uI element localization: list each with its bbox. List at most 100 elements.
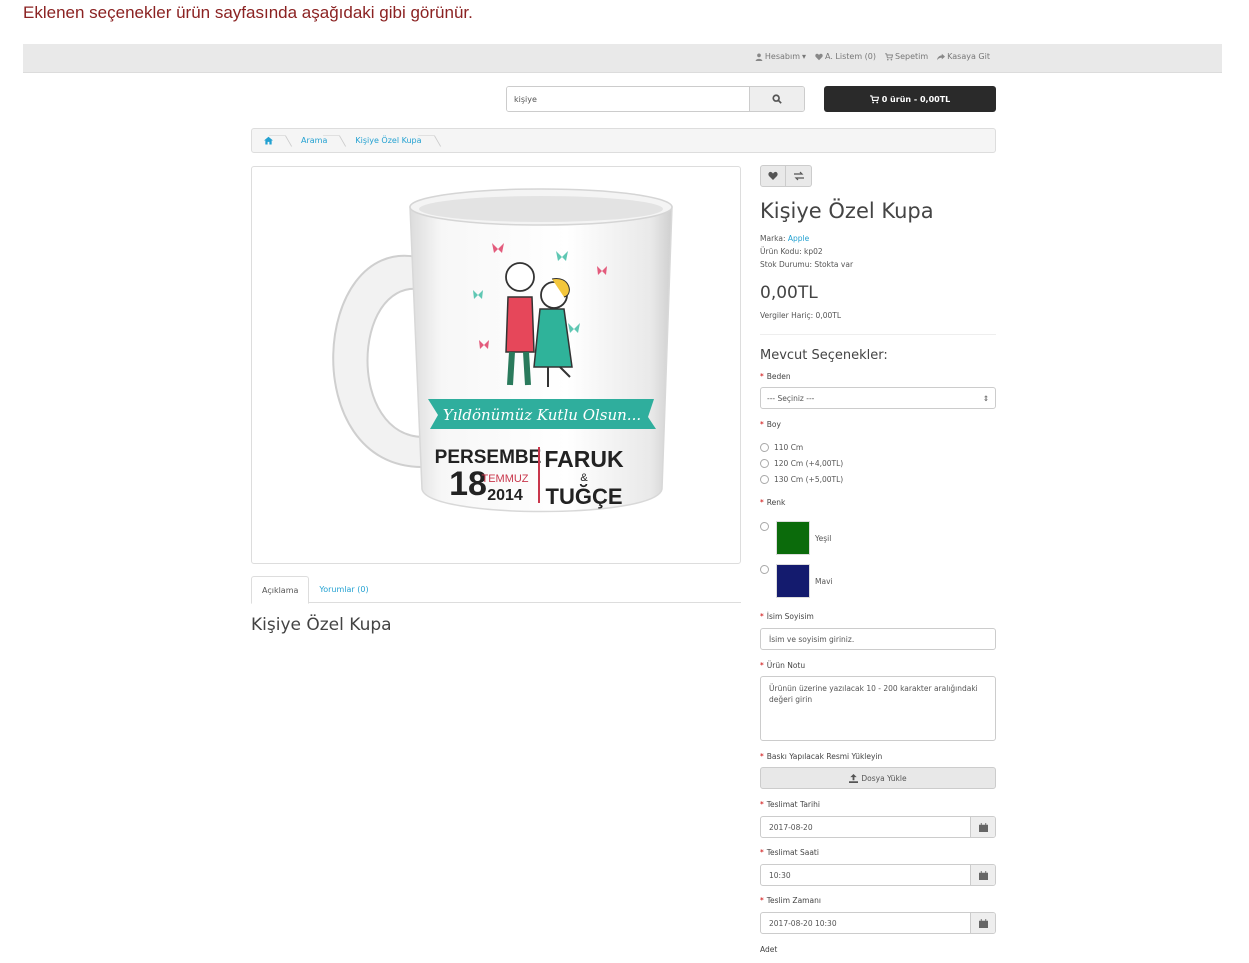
delivery-datetime-value[interactable]: 2017-08-20 10:30 (761, 913, 970, 933)
account-label: Hesabım (764, 52, 800, 61)
exchange-icon (793, 171, 804, 181)
product-meta: Marka: Apple Ürün Kodu: kp02 Stok Durumu… (760, 232, 853, 271)
search-bar (506, 86, 805, 112)
top-bar: Hesabım ▾ A. Listem (0) Sepetim Kasaya G… (23, 44, 1222, 73)
height-option-130[interactable]: 130 Cm (+5,00TL) (760, 475, 843, 484)
wishlist-label: A. Listem (0) (825, 52, 877, 61)
radio-button[interactable] (760, 443, 769, 452)
product-tabs: Açıklama Yorumlar (0) (251, 576, 741, 604)
search-icon (772, 94, 782, 104)
cart-label: Sepetim (895, 52, 929, 61)
cart-icon (869, 94, 879, 103)
mug-year: 2014 (487, 487, 523, 504)
breadcrumb-home[interactable] (252, 129, 289, 152)
note-textarea[interactable]: Ürünün üzerine yazılacak 10 - 200 karakt… (760, 676, 996, 741)
add-to-wishlist-button[interactable] (760, 165, 786, 187)
search-button[interactable] (749, 87, 804, 111)
upload-icon (849, 773, 859, 783)
breadcrumb-product[interactable]: Kişiye Özel Kupa (343, 129, 437, 152)
brand-line: Marka: Apple (760, 232, 853, 245)
upload-button[interactable]: Dosya Yükle (760, 767, 996, 789)
datetime-label: * Teslim Zamanı (760, 896, 821, 905)
delivery-date-field[interactable]: 2017-08-20 (760, 816, 996, 838)
color-label: * Renk (760, 498, 786, 507)
compare-button[interactable] (786, 165, 812, 187)
share-icon (937, 53, 946, 60)
name-label: * İsim Soyisim (760, 612, 814, 621)
search-input[interactable] (507, 87, 749, 111)
mug-banner-text: Yıldönümüz Kutlu Olsun... (443, 406, 641, 424)
divider (760, 334, 996, 335)
calendar-icon (978, 870, 988, 880)
delivery-date-value[interactable]: 2017-08-20 (761, 817, 970, 837)
product-price: 0,00TL (760, 283, 818, 303)
stock-status: Stok Durumu: Stokta var (760, 260, 854, 269)
name-field[interactable]: İsim ve soyisim giriniz. (760, 628, 996, 650)
account-menu[interactable]: Hesabım ▾ (755, 52, 806, 61)
select-arrows-icon: ⇕ (982, 393, 989, 403)
breadcrumb-search[interactable]: Arama (289, 129, 343, 152)
upload-label: * Baskı Yapılacak Resmi Yükleyin (760, 752, 883, 761)
upload-button-label: Dosya Yükle (861, 773, 907, 783)
color-option-green-label: Yeşil (815, 534, 832, 543)
time-label: * Teslimat Saati (760, 848, 819, 857)
delivery-datetime-field[interactable]: 2017-08-20 10:30 (760, 912, 996, 934)
home-icon (264, 136, 273, 145)
user-icon (755, 53, 763, 61)
size-select[interactable]: --- Seçiniz --- ⇕ (760, 387, 996, 409)
quantity-label: Adet (760, 945, 778, 954)
product-code: Ürün Kodu: kp02 (760, 247, 823, 256)
tab-reviews[interactable]: Yorumlar (0) (309, 576, 378, 603)
calendar-button[interactable] (970, 913, 995, 933)
calendar-button[interactable] (970, 865, 995, 885)
size-select-value: --- Seçiniz --- (767, 393, 815, 403)
price-ex-tax: Vergiler Hariç: 0,00TL (760, 311, 842, 320)
color-option-blue-label: Mavi (815, 577, 833, 586)
color-swatch-green[interactable] (776, 521, 810, 555)
radio-button[interactable] (760, 522, 769, 531)
color-swatch-blue[interactable] (776, 564, 810, 598)
delivery-time-value[interactable]: 10:30 (761, 865, 970, 885)
radio-button[interactable] (760, 565, 769, 574)
radio-button[interactable] (760, 475, 769, 484)
mug-ampersand: & (580, 472, 588, 484)
height-option-120[interactable]: 120 Cm (+4,00TL) (760, 459, 843, 468)
checkout-link[interactable]: Kasaya Git (937, 52, 990, 61)
cart-link[interactable]: Sepetim (885, 52, 928, 61)
mug-illustration: Yıldönümüz Kutlu Olsun... PERSEMBE 18 TE… (332, 188, 673, 513)
breadcrumb: Arama Kişiye Özel Kupa (251, 128, 996, 153)
top-links: Hesabım ▾ A. Listem (0) Sepetim Kasaya G… (755, 52, 990, 61)
calendar-button[interactable] (970, 817, 995, 837)
caret-down-icon: ▾ (802, 52, 807, 61)
cart-button-label: 0 ürün - 0,00TL (881, 94, 951, 104)
description-title: Kişiye Özel Kupa (251, 615, 392, 635)
size-label: * Beden (760, 372, 791, 381)
wishlist-link[interactable]: A. Listem (0) (815, 52, 876, 61)
options-title: Mevcut Seçenekler: (760, 348, 888, 363)
delivery-time-field[interactable]: 10:30 (760, 864, 996, 886)
mug-month: TEMMUZ (481, 473, 528, 485)
height-option-110[interactable]: 110 Cm (760, 443, 803, 452)
calendar-icon (978, 918, 988, 928)
heart-icon (815, 53, 823, 60)
checkout-label: Kasaya Git (947, 52, 990, 61)
brand-label: Marka: (760, 234, 786, 243)
mug-name1: FARUK (544, 446, 624, 472)
intro-text: Eklenen seçenekler ürün sayfasında aşağı… (23, 3, 473, 22)
color-option-blue-radio[interactable] (760, 565, 769, 574)
mug-name2: TUĞÇE (546, 484, 623, 509)
date-label: * Teslimat Tarihi (760, 800, 820, 809)
product-actions (760, 165, 812, 187)
brand-link[interactable]: Apple (788, 234, 809, 243)
note-label: * Ürün Notu (760, 661, 806, 670)
radio-button[interactable] (760, 459, 769, 468)
color-option-green-radio[interactable] (760, 522, 769, 531)
product-title: Kişiye Özel Kupa (760, 199, 934, 223)
cart-icon (885, 52, 894, 60)
product-image[interactable]: Yıldönümüz Kutlu Olsun... PERSEMBE 18 TE… (251, 166, 741, 564)
heart-icon (768, 171, 778, 180)
tab-description[interactable]: Açıklama (251, 576, 310, 604)
calendar-icon (978, 822, 988, 832)
cart-button[interactable]: 0 ürün - 0,00TL (824, 86, 996, 112)
height-label: * Boy (760, 420, 781, 429)
